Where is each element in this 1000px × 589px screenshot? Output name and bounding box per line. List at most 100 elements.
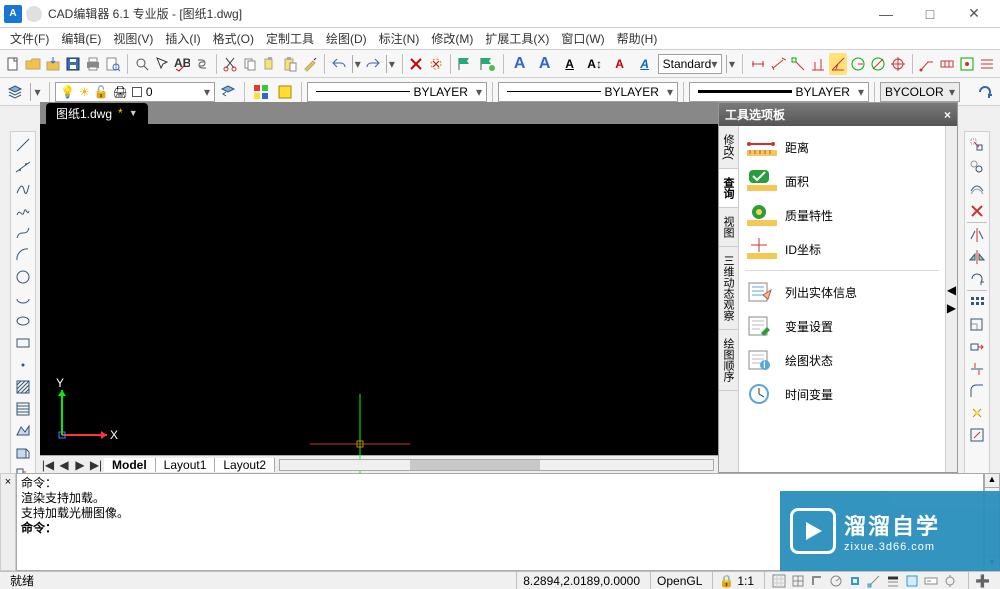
- model-toggle[interactable]: [904, 574, 920, 588]
- print-icon[interactable]: [84, 53, 102, 75]
- menu-insert[interactable]: 插入(I): [159, 28, 206, 49]
- menu-extend[interactable]: 扩展工具(X): [479, 28, 555, 49]
- block-color-icon[interactable]: [274, 81, 296, 103]
- palette-tab-3dorbit[interactable]: 三维动态观察: [719, 247, 738, 330]
- palette-item-time[interactable]: 时间变量: [741, 377, 943, 411]
- palette-close-icon[interactable]: ×: [944, 108, 951, 122]
- palette-item-list[interactable]: 列出实体信息: [741, 275, 943, 309]
- otrack-toggle[interactable]: [866, 574, 882, 588]
- save-icon[interactable]: [64, 53, 82, 75]
- palette-item-setvar[interactable]: 变量设置: [741, 309, 943, 343]
- redo-dropdown[interactable]: ▾: [386, 55, 396, 73]
- palette-item-status[interactable]: i 绘图状态: [741, 343, 943, 377]
- lineweight-combo[interactable]: BYLAYER ▾: [498, 82, 678, 102]
- linetype-combo[interactable]: BYLAYER ▾: [307, 82, 487, 102]
- palette-tab-draworder[interactable]: 绘图顺序: [719, 330, 738, 391]
- palette-tab-inquiry[interactable]: 查询: [719, 169, 738, 208]
- dim-aligned-icon[interactable]: [769, 53, 787, 75]
- osnap-toggle[interactable]: [847, 574, 863, 588]
- menu-custom[interactable]: 定制工具: [260, 28, 320, 49]
- undo-icon[interactable]: [330, 53, 348, 75]
- dim-cen-icon[interactable]: [889, 53, 907, 75]
- dim-angle-icon[interactable]: [829, 53, 847, 75]
- audit-flag-icon[interactable]: [456, 53, 476, 75]
- h-scrollbar[interactable]: [279, 459, 714, 471]
- menu-dimension[interactable]: 标注(N): [373, 28, 426, 49]
- copy-clip-icon[interactable]: [261, 53, 279, 75]
- menu-help[interactable]: 帮助(H): [611, 28, 664, 49]
- text-style-more[interactable]: ▾: [726, 55, 736, 73]
- dyn-toggle[interactable]: [923, 574, 939, 588]
- lwt-toggle[interactable]: [885, 574, 901, 588]
- dim-endpoint-icon[interactable]: [789, 53, 807, 75]
- copy-icon[interactable]: [241, 53, 259, 75]
- cycle-toggle[interactable]: [942, 574, 958, 588]
- layout-tab-model[interactable]: Model: [104, 458, 156, 472]
- doc-tab-dropdown-icon[interactable]: ▼: [129, 108, 138, 118]
- layer-dropdown[interactable]: ▾: [30, 83, 44, 101]
- paste-icon[interactable]: [281, 53, 299, 75]
- undo-dropdown[interactable]: ▾: [352, 55, 362, 73]
- status-scale[interactable]: 🔒 1:1: [712, 572, 760, 589]
- link-icon[interactable]: [193, 53, 211, 75]
- open-icon[interactable]: [24, 53, 42, 75]
- menu-draw[interactable]: 绘图(D): [320, 28, 373, 49]
- menu-modify[interactable]: 修改(M): [425, 28, 479, 49]
- status-renderer[interactable]: OpenGL: [650, 572, 708, 589]
- palette-item-massprops[interactable]: 质量特性: [741, 198, 943, 232]
- close-button[interactable]: ✕: [952, 0, 996, 28]
- dim-rad-icon[interactable]: [849, 53, 867, 75]
- layer-prev-icon[interactable]: [217, 81, 239, 103]
- dim-region-icon[interactable]: [958, 53, 976, 75]
- find-icon[interactable]: [133, 53, 151, 75]
- menu-file[interactable]: 文件(F): [4, 28, 55, 49]
- select-icon[interactable]: [153, 53, 171, 75]
- palette-tab-view[interactable]: 视图: [719, 208, 738, 247]
- palette-item-distance[interactable]: 距离: [741, 130, 943, 164]
- text-ht-icon[interactable]: A↕: [584, 53, 606, 75]
- polar-toggle[interactable]: [828, 574, 844, 588]
- layout-prev-button[interactable]: ◀: [56, 458, 72, 472]
- spellcheck-icon[interactable]: ABC: [173, 53, 191, 75]
- status-extra[interactable]: ➕: [968, 572, 996, 589]
- ortho-toggle[interactable]: [809, 574, 825, 588]
- minimize-button[interactable]: —: [864, 0, 908, 28]
- scroll-up-icon[interactable]: ▲: [985, 474, 999, 488]
- layout-tab-1[interactable]: Layout1: [156, 458, 216, 472]
- dim-tol-icon[interactable]: [938, 53, 956, 75]
- color-icon[interactable]: [250, 81, 272, 103]
- recover-flag-icon[interactable]: [478, 53, 498, 75]
- plotstyle-combo[interactable]: BYCOLOR ▾: [880, 82, 960, 102]
- new-icon[interactable]: [4, 53, 22, 75]
- palette-title-bar[interactable]: 工具选项板 ×: [719, 103, 957, 126]
- document-tab[interactable]: 图纸1.dwg * ▼: [46, 103, 148, 124]
- text-style-combo[interactable]: Standard ▾: [658, 54, 723, 74]
- grid-toggle[interactable]: [790, 574, 806, 588]
- layout-tab-2[interactable]: Layout2: [215, 458, 275, 472]
- text-under-icon[interactable]: A: [559, 53, 581, 75]
- text-red-icon[interactable]: A: [609, 53, 631, 75]
- maximize-button[interactable]: □: [908, 0, 952, 28]
- menu-edit[interactable]: 编辑(E): [55, 28, 107, 49]
- color-combo[interactable]: BYLAYER ▾: [689, 82, 869, 102]
- palette-tab-modify[interactable]: 修改(: [719, 126, 738, 169]
- refresh-icon[interactable]: [974, 81, 996, 103]
- redo-icon[interactable]: [364, 53, 382, 75]
- dim-dia-icon[interactable]: [869, 53, 887, 75]
- dim-ord-icon[interactable]: [809, 53, 827, 75]
- dim-more-icon[interactable]: [978, 53, 996, 75]
- layout-first-button[interactable]: |◀: [40, 458, 56, 472]
- snap-toggle[interactable]: [771, 574, 787, 588]
- dim-linear-icon[interactable]: [749, 53, 767, 75]
- cut-icon[interactable]: [221, 53, 239, 75]
- erase-cross-icon[interactable]: [407, 53, 425, 75]
- text-bold-icon[interactable]: A: [509, 53, 531, 75]
- layout-next-button[interactable]: ▶: [72, 458, 88, 472]
- layer-combo[interactable]: 💡☀🔓🖨 0 ▾: [55, 82, 215, 102]
- text-gray-icon[interactable]: A: [634, 53, 656, 75]
- palette-item-idpoint[interactable]: ID坐标: [741, 232, 943, 266]
- palette-item-area[interactable]: 面积: [741, 164, 943, 198]
- palette-collapse-handle[interactable]: ◀ ▶: [945, 126, 957, 472]
- dim-leader-icon[interactable]: [918, 53, 936, 75]
- match-prop-icon[interactable]: [301, 53, 319, 75]
